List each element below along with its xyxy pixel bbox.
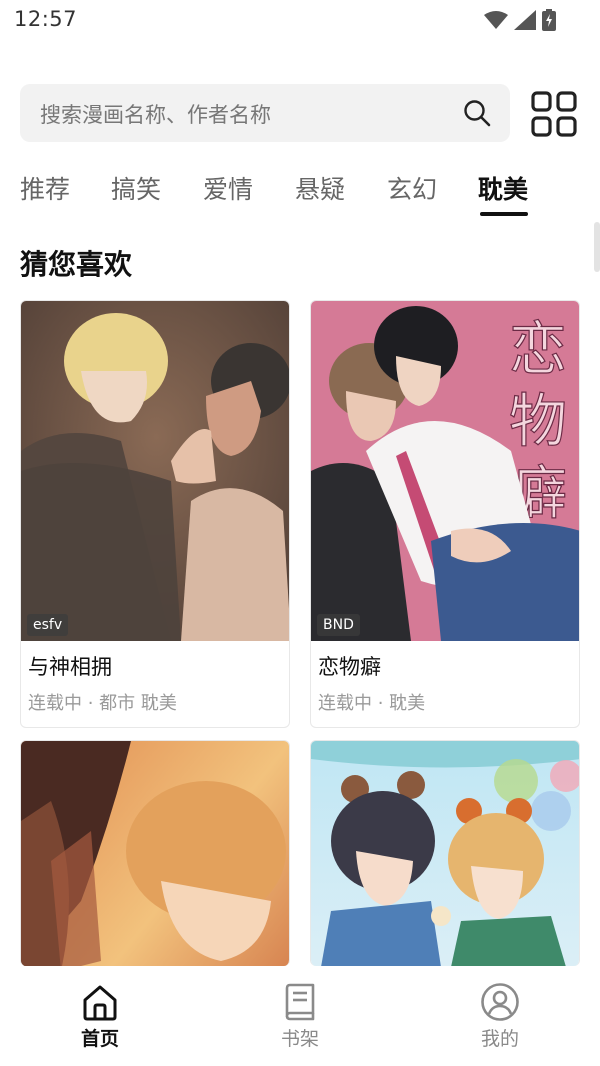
scroll-indicator (594, 222, 600, 272)
cover-lettering: 恋 (509, 315, 567, 383)
nav-label: 首页 (80, 1028, 119, 1050)
comic-meta: 连载中 · 耽美 (318, 693, 426, 714)
tab-mystery[interactable]: 悬疑 (295, 170, 345, 206)
comic-card[interactable]: esfv 与神相拥 连载中 · 都市 耽美 (20, 300, 290, 728)
tab-fantasy[interactable]: 玄幻 (387, 170, 437, 206)
nav-profile[interactable]: 我的 (460, 982, 540, 1051)
cover-tag: esfv (27, 614, 69, 636)
comic-title: 与神相拥 (28, 655, 112, 679)
comic-cover[interactable]: esfv (21, 301, 289, 641)
active-tab-indicator (480, 212, 528, 216)
status-time: 12:57 (14, 7, 78, 31)
cover-lettering: 物 (509, 387, 567, 455)
comic-title: 恋物癖 (318, 655, 381, 679)
cellular-signal-icon (514, 10, 536, 30)
comic-card[interactable] (20, 740, 290, 966)
comic-cover[interactable]: 恋 物 癖 BND (311, 301, 579, 641)
comic-cover[interactable] (21, 741, 289, 966)
tab-recommend[interactable]: 推荐 (20, 170, 70, 206)
tab-bl[interactable]: 耽美 (478, 170, 528, 206)
cover-illustration: 恋 物 癖 (311, 301, 579, 641)
cover-illustration (311, 741, 579, 966)
search-input[interactable]: 搜索漫画名称、作者名称 (20, 84, 510, 142)
home-icon (83, 985, 117, 1021)
tab-comedy[interactable]: 搞笑 (111, 170, 161, 206)
comic-cover[interactable] (311, 741, 579, 966)
nav-label: 我的 (480, 1028, 519, 1050)
search-icon[interactable] (462, 98, 492, 128)
nav-bookshelf[interactable]: 书架 (260, 982, 340, 1051)
search-placeholder: 搜索漫画名称、作者名称 (40, 103, 271, 127)
nav-home[interactable]: 首页 (60, 982, 140, 1051)
comic-meta: 连载中 · 都市 耽美 (28, 693, 177, 714)
section-title: 猜您喜欢 (20, 248, 133, 281)
tab-romance[interactable]: 爱情 (203, 170, 253, 206)
battery-icon (542, 9, 556, 31)
status-icons (484, 8, 556, 32)
cover-illustration (21, 301, 289, 641)
wifi-icon (484, 11, 508, 29)
bottom-nav: 首页 书架 我的 (0, 966, 600, 1066)
cover-illustration (21, 741, 289, 966)
bookshelf-icon (285, 983, 315, 1021)
comic-card[interactable]: 恋 物 癖 BND 恋物癖 连载中 · 耽美 (310, 300, 580, 728)
category-grid-icon[interactable] (530, 90, 578, 138)
status-bar: 12:57 (0, 0, 600, 44)
comic-card[interactable] (310, 740, 580, 966)
nav-label: 书架 (280, 1028, 319, 1050)
cover-tag: BND (317, 614, 360, 636)
profile-icon (481, 983, 519, 1021)
